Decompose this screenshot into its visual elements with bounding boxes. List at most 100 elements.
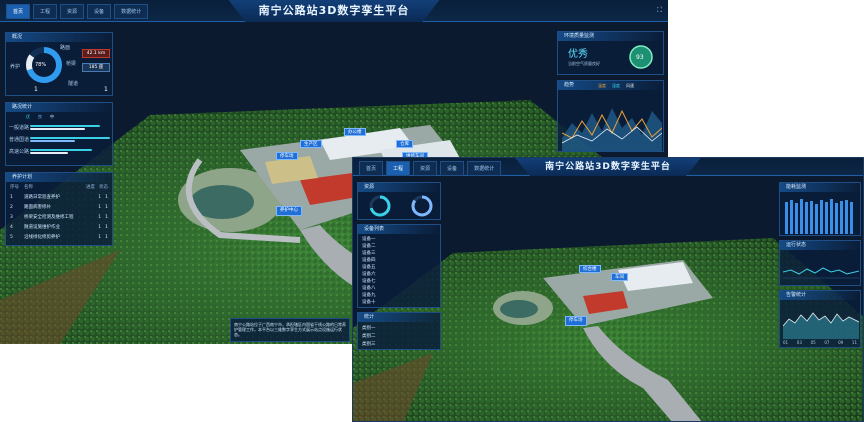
x-axis: 01 03 05 07 09 11 — [783, 340, 857, 345]
table-row[interactable]: 3 桥梁安全检测及维修工程 1 1 — [10, 213, 108, 221]
cell: 设备四 — [362, 257, 376, 263]
tab-home[interactable]: 首页 — [359, 161, 384, 176]
top-bar: 首页 工程 资源 设备 数据统计 南宁公路站3D数字孪生平台 — [353, 158, 863, 176]
status-header: 运行状态 — [780, 241, 860, 250]
tab-resource[interactable]: 资源 — [60, 4, 85, 19]
tab-project[interactable]: 工程 — [33, 4, 58, 19]
device-list-panel: 设备列表 设备一 设备二 设备三 设备四 设备五 设备六 设备七 设备八 设备九… — [357, 224, 441, 308]
bar — [30, 140, 75, 142]
row-label: 高速公路 — [9, 149, 30, 155]
map-tag[interactable]: 办公楼 — [344, 128, 366, 136]
cell: 2 — [10, 204, 13, 210]
list-item[interactable]: 设备五 — [362, 263, 436, 270]
bar — [30, 125, 100, 127]
cell: 1 — [105, 194, 108, 200]
cell: 类别二 — [362, 334, 376, 339]
second-screenshot: 首页 工程 资源 设备 数据统计 南宁公路站3D数字孪生平台 资源 设备列表 设… — [352, 157, 864, 422]
cell: 5 — [10, 234, 13, 240]
cell: 设备八 — [362, 285, 376, 291]
map-tag[interactable]: 车间 — [611, 273, 628, 281]
fullscreen-icon[interactable]: ⛶ — [657, 6, 662, 15]
tab-home[interactable]: 首页 — [6, 4, 31, 19]
alarm-area-chart — [783, 312, 859, 339]
cell: 3 — [10, 214, 13, 220]
nav-tabs: 首页 工程 资源 设备 数据统计 — [359, 161, 502, 176]
col-header: 序号 — [10, 185, 19, 190]
resource-header: 资源 — [358, 183, 440, 192]
stat-button-blue[interactable]: 185 座 — [82, 63, 110, 72]
cell: 1 — [98, 204, 102, 210]
list-item[interactable]: 设备六 — [362, 270, 436, 277]
list-item[interactable]: 设备三 — [362, 249, 436, 256]
cell: 设备二 — [362, 243, 376, 249]
cell: 1 — [105, 204, 108, 210]
tab-project[interactable]: 工程 — [386, 161, 411, 176]
donut-center-value: 78% — [35, 62, 47, 68]
stat-button-red[interactable]: 42.1 km — [82, 49, 110, 58]
cell: 4 — [10, 224, 13, 230]
energy-header: 能耗监测 — [780, 183, 860, 192]
list-item[interactable]: 设备四 — [362, 256, 436, 263]
cell: 沿线绿化修剪养护 — [24, 235, 60, 240]
nav-tabs: 首页 工程 资源 设备 数据统计 — [6, 4, 149, 19]
bar — [30, 128, 85, 130]
row-label: 一般道路 — [9, 125, 30, 131]
top-bar: 首页 工程 资源 设备 数据统计 南宁公路站3D数字孪生平台 ⛶ — [0, 0, 668, 22]
tab-statistics[interactable]: 数据统计 — [114, 4, 149, 19]
cell: 1 — [98, 234, 102, 240]
list-item[interactable]: 设备一 — [362, 235, 436, 242]
tick-label: 11 — [851, 340, 857, 345]
trend-panel: 趋势 温度 湿度 风速 — [557, 80, 664, 152]
gauge-chart — [411, 195, 433, 217]
stats-panel: 统计 类别一 类别二 类别三 — [357, 312, 441, 350]
legend-item: 良 — [38, 114, 42, 119]
col-header: 进度 — [86, 185, 95, 190]
list-item[interactable]: 设备九 — [362, 291, 436, 298]
score-value: 93 — [636, 54, 644, 61]
map-tag[interactable]: 停车场 — [565, 316, 587, 326]
device-list-header: 设备列表 — [358, 225, 440, 234]
page-title: 南宁公路站3D数字孪生平台 — [515, 158, 701, 176]
table-row[interactable]: 4 隧道设施维护作业 1 1 — [10, 223, 108, 231]
gauge-chart — [369, 195, 391, 217]
cell: 隧道设施维护作业 — [24, 225, 60, 230]
list-item[interactable]: 设备八 — [362, 284, 436, 291]
overview-label: 路面 — [60, 45, 71, 51]
table-header: 序号 名称 进度 状态 — [10, 183, 108, 191]
alarm-panel: 告警统计 01 03 05 07 09 11 — [779, 290, 861, 348]
map-tag[interactable]: 停车场 — [276, 152, 298, 160]
legend: 温度 湿度 风速 — [598, 83, 634, 89]
tab-resource[interactable]: 资源 — [413, 161, 438, 176]
map-tag[interactable]: 综合楼 — [579, 265, 601, 273]
tab-device[interactable]: 设备 — [440, 161, 465, 176]
stats-header: 统计 — [358, 313, 440, 322]
table-row[interactable]: 1 道路日常巡查养护 1 1 — [10, 193, 108, 201]
tick-label: 03 — [796, 340, 802, 345]
status-line-chart — [783, 267, 859, 279]
table-row[interactable]: 5 沿线绿化修剪养护 1 1 — [10, 233, 108, 241]
tab-device[interactable]: 设备 — [87, 4, 112, 19]
list-item[interactable]: 设备二 — [362, 242, 436, 249]
energy-panel: 能耗监测 — [779, 182, 861, 236]
map-tag[interactable]: 仓库 — [396, 140, 413, 148]
cell: 1 — [105, 214, 108, 220]
cell: 设备一 — [362, 236, 376, 242]
cell: 设备九 — [362, 292, 376, 298]
trend-line-chart — [562, 108, 662, 151]
map-tag[interactable]: 生产区 — [300, 140, 322, 148]
maintenance-plan-header: 养护计划 — [6, 173, 112, 182]
list-item[interactable]: 类别二 — [362, 332, 436, 340]
alarm-header: 告警统计 — [780, 291, 860, 300]
cell: 设备三 — [362, 250, 376, 256]
list-item[interactable]: 类别一 — [362, 324, 436, 332]
table-row[interactable]: 2 路面病害修补 1 1 — [10, 203, 108, 211]
col-header: 名称 — [24, 185, 33, 190]
list-item[interactable]: 设备十 — [362, 298, 436, 305]
map-tag[interactable]: 养护中心 — [276, 206, 302, 216]
air-quality-header: 环境质量监测 — [558, 32, 663, 41]
overview-header: 概况 — [6, 33, 112, 42]
row-label: 普通国道 — [9, 137, 30, 143]
list-item[interactable]: 类别三 — [362, 340, 436, 348]
list-item[interactable]: 设备七 — [362, 277, 436, 284]
tab-statistics[interactable]: 数据统计 — [467, 161, 502, 176]
